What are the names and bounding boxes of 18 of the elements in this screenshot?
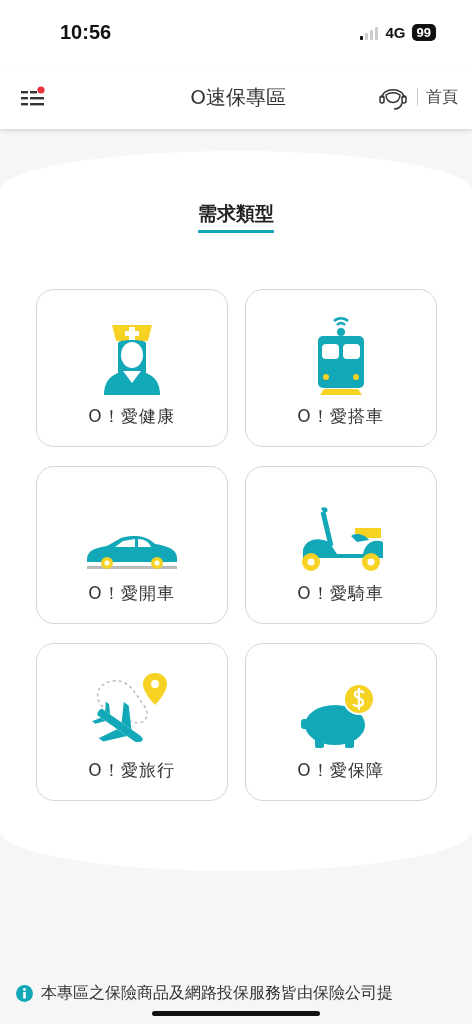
home-link[interactable]: 首頁 (426, 86, 458, 108)
car-icon (84, 534, 179, 572)
section-title: 需求類型 (198, 201, 274, 233)
category-card[interactable]: O！愛旅行 (35, 643, 228, 801)
battery-level: 99 (411, 24, 436, 41)
category-card[interactable]: O！愛開車 (35, 466, 228, 624)
category-card[interactable]: O！愛保障 (244, 643, 437, 801)
train-icon (315, 315, 366, 395)
status-time: 10:56 (60, 21, 112, 44)
category-card[interactable]: O！愛健康 (35, 289, 228, 447)
info-icon (16, 985, 33, 1002)
page-title: O速保專區 (190, 83, 286, 111)
notice-text: 本專區之保險商品及網路投保服務皆由保險公司提 (41, 983, 393, 1004)
signal-icon (359, 25, 380, 40)
category-card[interactable]: O！愛搭車 (244, 289, 437, 447)
network-label: 4G (385, 24, 406, 41)
category-card[interactable]: O！愛騎車 (244, 466, 437, 624)
nurse-icon (101, 323, 162, 395)
